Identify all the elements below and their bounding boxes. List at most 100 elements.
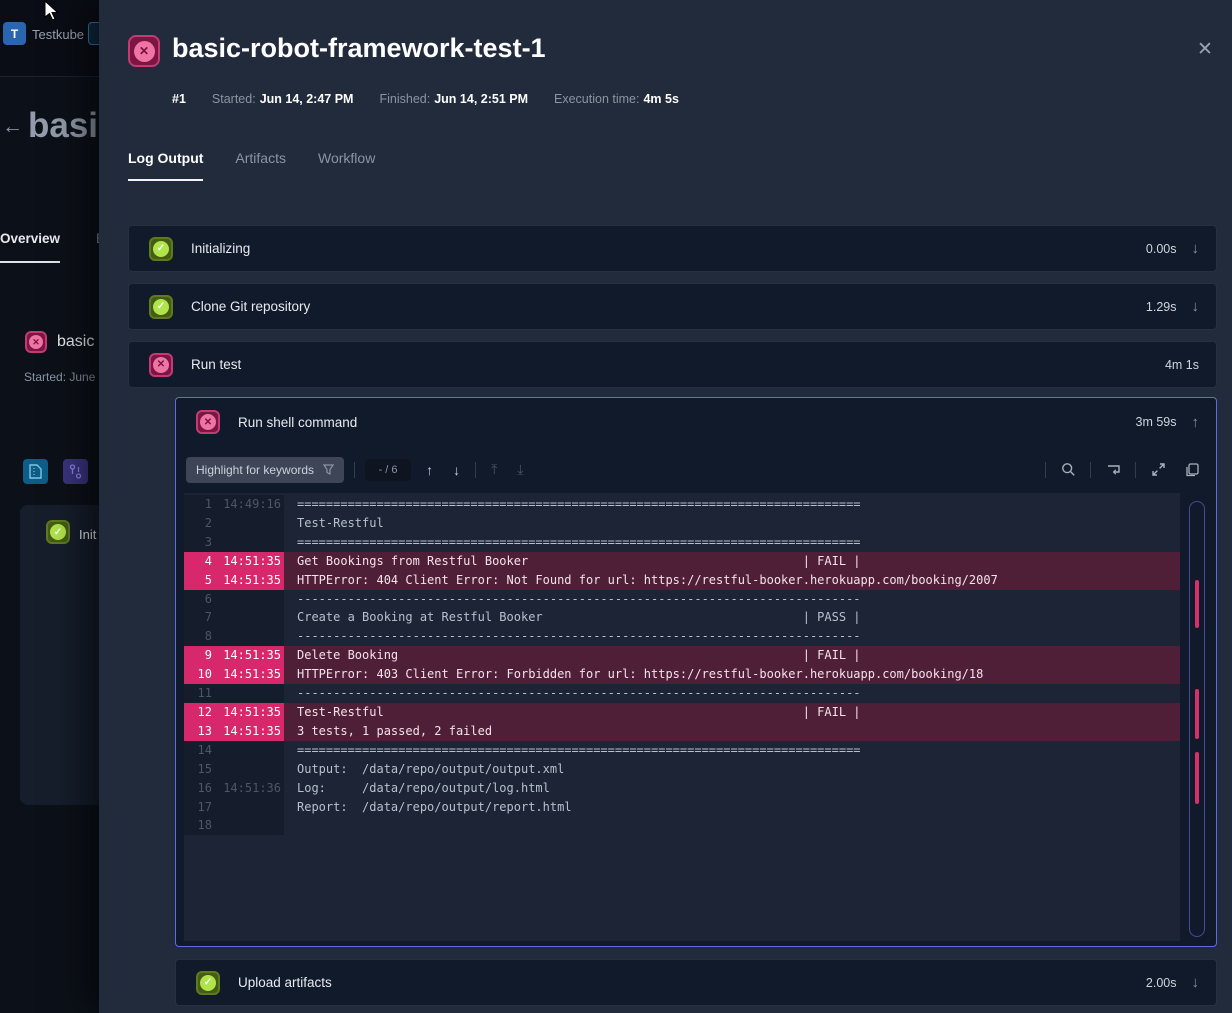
- log-viewer[interactable]: 114:49:16===============================…: [184, 493, 1180, 941]
- log-line: 6 ---------------------------------------…: [184, 590, 1180, 609]
- log-line: 2Test-Restful: [184, 514, 1180, 533]
- started-value: Jun 14, 2:47 PM: [260, 92, 354, 106]
- finished-value: Jun 14, 2:51 PM: [434, 92, 528, 106]
- passed-status-icon: ✓: [149, 295, 173, 319]
- line-content: HTTPError: 404 Client Error: Not Found f…: [284, 571, 1180, 590]
- drawer-tabs: Log Output Artifacts Workflow: [128, 150, 375, 181]
- log-line: 17Report: /data/repo/output/report.html: [184, 798, 1180, 817]
- log-line: 514:51:35HTTPError: 404 Client Error: No…: [184, 571, 1180, 590]
- log-line: 1614:51:36Log: /data/repo/output/log.htm…: [184, 779, 1180, 798]
- step-passed-icon: ✓: [46, 520, 70, 544]
- step-duration: 4m 1s: [1165, 358, 1199, 372]
- line-number: 3: [184, 533, 212, 552]
- execution-meta: #1 Started:Jun 14, 2:47 PM Finished:Jun …: [172, 92, 679, 106]
- tab-log-output[interactable]: Log Output: [128, 150, 203, 181]
- toolbar-divider: [354, 462, 355, 478]
- step-run-shell-command[interactable]: ✕ Run shell command 3m 59s ↑: [176, 398, 1216, 446]
- close-icon[interactable]: ✕: [1197, 38, 1213, 61]
- line-number: 13: [184, 722, 212, 741]
- log-line: 1314:51:353 tests, 1 passed, 2 failed: [184, 722, 1180, 741]
- line-number: 4: [184, 552, 212, 571]
- brand-name: Testkube: [32, 27, 84, 42]
- wrap-text-icon[interactable]: [1101, 458, 1125, 482]
- search-icon[interactable]: [1056, 458, 1080, 482]
- log-line: 14======================================…: [184, 741, 1180, 760]
- toolbar-divider: [1045, 462, 1046, 478]
- expand-fullscreen-icon[interactable]: [1146, 458, 1170, 482]
- testkube-logo-icon[interactable]: T: [3, 22, 26, 45]
- line-content: ========================================…: [284, 741, 1180, 760]
- page-tabs: Overview Ex: [0, 231, 112, 263]
- line-content: ========================================…: [284, 495, 1180, 514]
- tab-artifacts[interactable]: Artifacts: [235, 150, 286, 181]
- log-line: 8---------------------------------------…: [184, 627, 1180, 646]
- tab-overview[interactable]: Overview: [0, 231, 60, 263]
- line-timestamp: 14:51:35: [212, 646, 284, 665]
- step-initializing[interactable]: ✓ Initializing 0.00s ↓: [128, 225, 1217, 272]
- step-upload-artifacts[interactable]: ✓ Upload artifacts 2.00s ↓: [175, 959, 1217, 1006]
- log-line: 11 --------------------------------------…: [184, 684, 1180, 703]
- collapse-arrow-icon[interactable]: ↑: [1192, 414, 1200, 431]
- line-content: HTTPError: 403 Client Error: Forbidden f…: [284, 665, 1180, 684]
- back-arrow-icon[interactable]: ←: [2, 115, 23, 139]
- toolbar-right-group: [1045, 458, 1204, 482]
- line-number: 8: [184, 627, 212, 646]
- scroll-to-top-button[interactable]: ⤒: [486, 459, 502, 480]
- step-duration: 0.00s: [1146, 242, 1177, 256]
- line-number: 7: [184, 608, 212, 627]
- log-line: 1014:51:35HTTPError: 403 Client Error: F…: [184, 665, 1180, 684]
- filter-funnel-icon: [323, 464, 334, 475]
- line-timestamp: [212, 798, 284, 817]
- line-number: 10: [184, 665, 212, 684]
- line-number: 6: [184, 590, 212, 609]
- step-clone-git-repository[interactable]: ✓ Clone Git repository 1.29s ↓: [128, 283, 1217, 330]
- log-line: 3 =======================================…: [184, 533, 1180, 552]
- expand-arrow-icon[interactable]: ↓: [1192, 298, 1200, 315]
- line-content: [284, 816, 1180, 835]
- line-timestamp: [212, 608, 284, 627]
- log-scrollbar-track[interactable]: [1189, 501, 1205, 937]
- line-number: 12: [184, 703, 212, 722]
- line-content: ----------------------------------------…: [284, 684, 1180, 703]
- previous-match-button[interactable]: ↑: [421, 460, 438, 480]
- next-match-button[interactable]: ↓: [448, 460, 465, 480]
- log-line: 1214:51:35Test-Restful | FAIL |: [184, 703, 1180, 722]
- log-line: 18: [184, 816, 1180, 835]
- line-number: 11: [184, 684, 212, 703]
- step-duration: 1.29s: [1146, 300, 1177, 314]
- line-content: Get Bookings from Restful Booker | FAIL …: [284, 552, 1180, 571]
- log-line: 7Create a Booking at Restful Booker | PA…: [184, 608, 1180, 627]
- scroll-to-bottom-button[interactable]: ⤓: [512, 459, 528, 480]
- failed-status-icon: ✕: [196, 410, 220, 434]
- passed-status-icon: ✓: [196, 971, 220, 995]
- execution-time-label: Execution time:: [554, 92, 639, 106]
- line-timestamp: 14:51:35: [212, 703, 284, 722]
- line-timestamp: 14:49:16: [212, 495, 284, 514]
- expand-arrow-icon[interactable]: ↓: [1192, 974, 1200, 991]
- log-line: 114:49:16===============================…: [184, 495, 1180, 514]
- execution-failed-icon: ✕: [25, 331, 47, 353]
- line-number: 9: [184, 646, 212, 665]
- highlight-keywords-label: Highlight for keywords: [196, 463, 314, 477]
- tab-workflow[interactable]: Workflow: [318, 150, 375, 181]
- line-timestamp: [212, 684, 284, 703]
- step-label: Run test: [191, 357, 1165, 372]
- line-timestamp: 14:51:35: [212, 571, 284, 590]
- git-commit-icon[interactable]: [63, 459, 88, 484]
- expand-arrow-icon[interactable]: ↓: [1192, 240, 1200, 257]
- log-line: 15Output: /data/repo/output/output.xml: [184, 760, 1180, 779]
- file-artifact-icon[interactable]: [23, 459, 48, 484]
- line-content: ----------------------------------------…: [284, 590, 1180, 609]
- execution-detail-drawer: ✕ basic-robot-framework-test-1 ✕ #1 Star…: [99, 0, 1232, 1013]
- step-label: Init: [79, 527, 96, 542]
- minimap-error-mark: [1195, 752, 1199, 804]
- copy-icon[interactable]: [1180, 458, 1204, 482]
- line-timestamp: [212, 533, 284, 552]
- line-content: Test-Restful: [284, 514, 1180, 533]
- step-run-test[interactable]: ✕ Run test 4m 1s: [128, 341, 1217, 388]
- execution-card-title[interactable]: basic: [57, 333, 94, 351]
- execution-time-value: 4m 5s: [643, 92, 678, 106]
- line-timestamp: [212, 627, 284, 646]
- line-content: ========================================…: [284, 533, 1180, 552]
- highlight-keywords-button[interactable]: Highlight for keywords: [186, 457, 344, 483]
